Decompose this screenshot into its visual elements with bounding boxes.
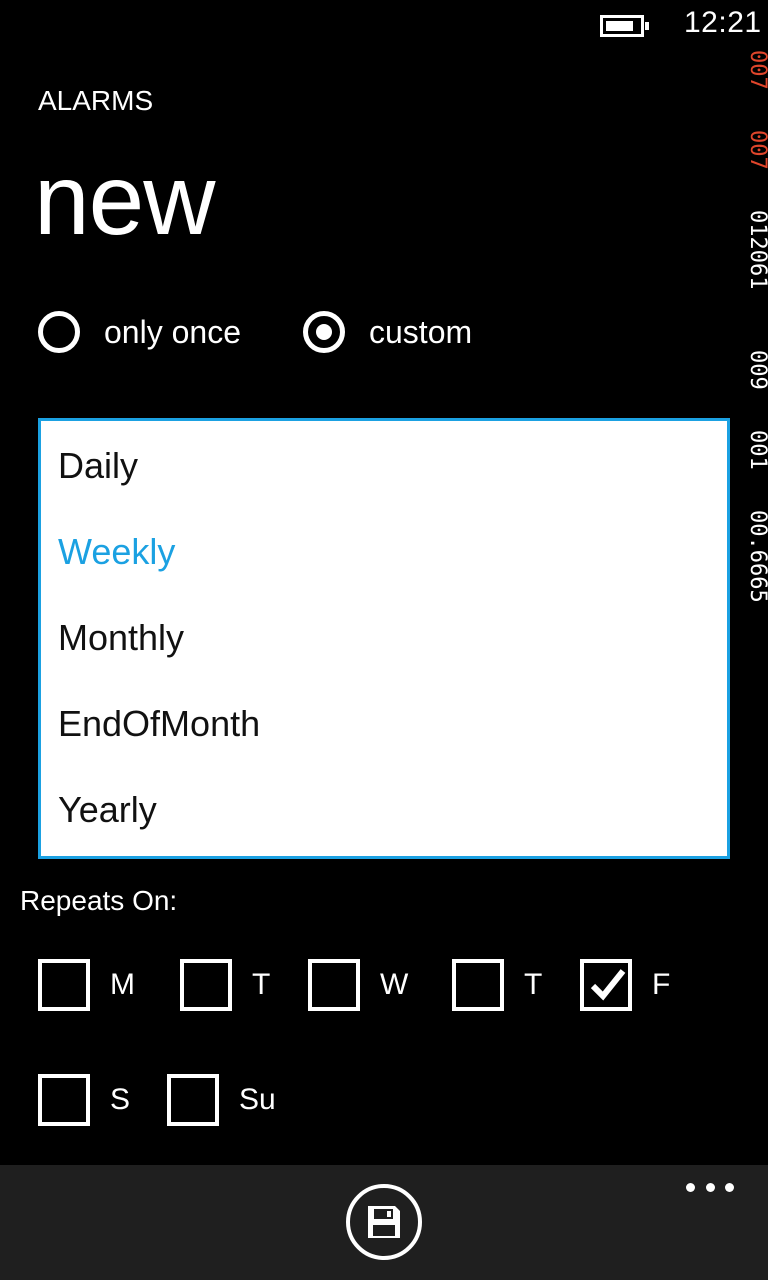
radio-circle-icon[interactable] <box>38 311 80 353</box>
status-bar: 12:21 <box>0 0 768 50</box>
checkbox-icon[interactable] <box>180 959 232 1011</box>
list-item-endofmonth[interactable]: EndOfMonth <box>58 703 260 745</box>
save-button[interactable] <box>346 1184 422 1260</box>
day-label: Su <box>239 1083 276 1116</box>
checkbox-icon[interactable] <box>308 959 360 1011</box>
application-bar <box>0 1165 768 1280</box>
counter-4: 009 <box>745 350 768 390</box>
day-sunday[interactable]: Su <box>167 1074 276 1126</box>
clock: 12:21 <box>684 6 762 39</box>
battery-icon <box>600 15 649 37</box>
list-item-daily[interactable]: Daily <box>58 445 138 487</box>
radio-circle-icon[interactable] <box>303 311 345 353</box>
day-label: T <box>524 968 543 1001</box>
day-monday[interactable]: M <box>38 959 135 1011</box>
day-saturday[interactable]: S <box>38 1074 130 1126</box>
checkbox-icon[interactable] <box>38 1074 90 1126</box>
battery-nub <box>645 22 649 30</box>
radio-label: only once <box>104 313 241 350</box>
day-label: T <box>252 968 271 1001</box>
day-friday[interactable]: F <box>580 959 670 1011</box>
day-tuesday[interactable]: T <box>180 959 270 1011</box>
alarm-screen: 12:21 007 007 012061 009 001 00.6665 ALA… <box>0 0 768 1280</box>
checkbox-icon[interactable] <box>38 959 90 1011</box>
checkbox-icon[interactable] <box>452 959 504 1011</box>
counter-6: 00.6665 <box>745 510 768 603</box>
radio-only-once[interactable]: only once <box>38 305 241 359</box>
day-thursday[interactable]: T <box>452 959 542 1011</box>
counter-5: 001 <box>745 430 768 470</box>
frequency-listbox[interactable]: Daily Weekly Monthly EndOfMonth Yearly <box>38 418 730 859</box>
ellipsis-icon <box>725 1182 734 1192</box>
checkmark-icon <box>590 969 626 1001</box>
radio-custom[interactable]: custom <box>303 305 472 359</box>
day-label: S <box>110 1083 131 1116</box>
counter-red-2: 007 <box>745 130 768 170</box>
battery-fill <box>606 21 633 31</box>
counter-3: 012061 <box>745 210 768 290</box>
save-icon <box>368 1206 400 1238</box>
list-item-monthly[interactable]: Monthly <box>58 617 184 659</box>
checkbox-icon[interactable] <box>167 1074 219 1126</box>
day-label: F <box>652 968 671 1001</box>
ellipsis-icon <box>686 1182 695 1192</box>
more-options-button[interactable] <box>686 1177 734 1197</box>
page-title: new <box>34 144 215 256</box>
checkbox-icon[interactable] <box>580 959 632 1011</box>
radio-label: custom <box>369 313 473 350</box>
day-label: W <box>380 968 409 1001</box>
list-item-yearly[interactable]: Yearly <box>58 789 157 831</box>
repeats-on-label: Repeats On: <box>20 885 178 916</box>
app-title: ALARMS <box>38 85 154 116</box>
list-item-weekly[interactable]: Weekly <box>58 531 175 573</box>
counter-red-1: 007 <box>745 50 768 90</box>
day-label: M <box>110 968 135 1001</box>
day-wednesday[interactable]: W <box>308 959 408 1011</box>
ellipsis-icon <box>705 1182 715 1192</box>
